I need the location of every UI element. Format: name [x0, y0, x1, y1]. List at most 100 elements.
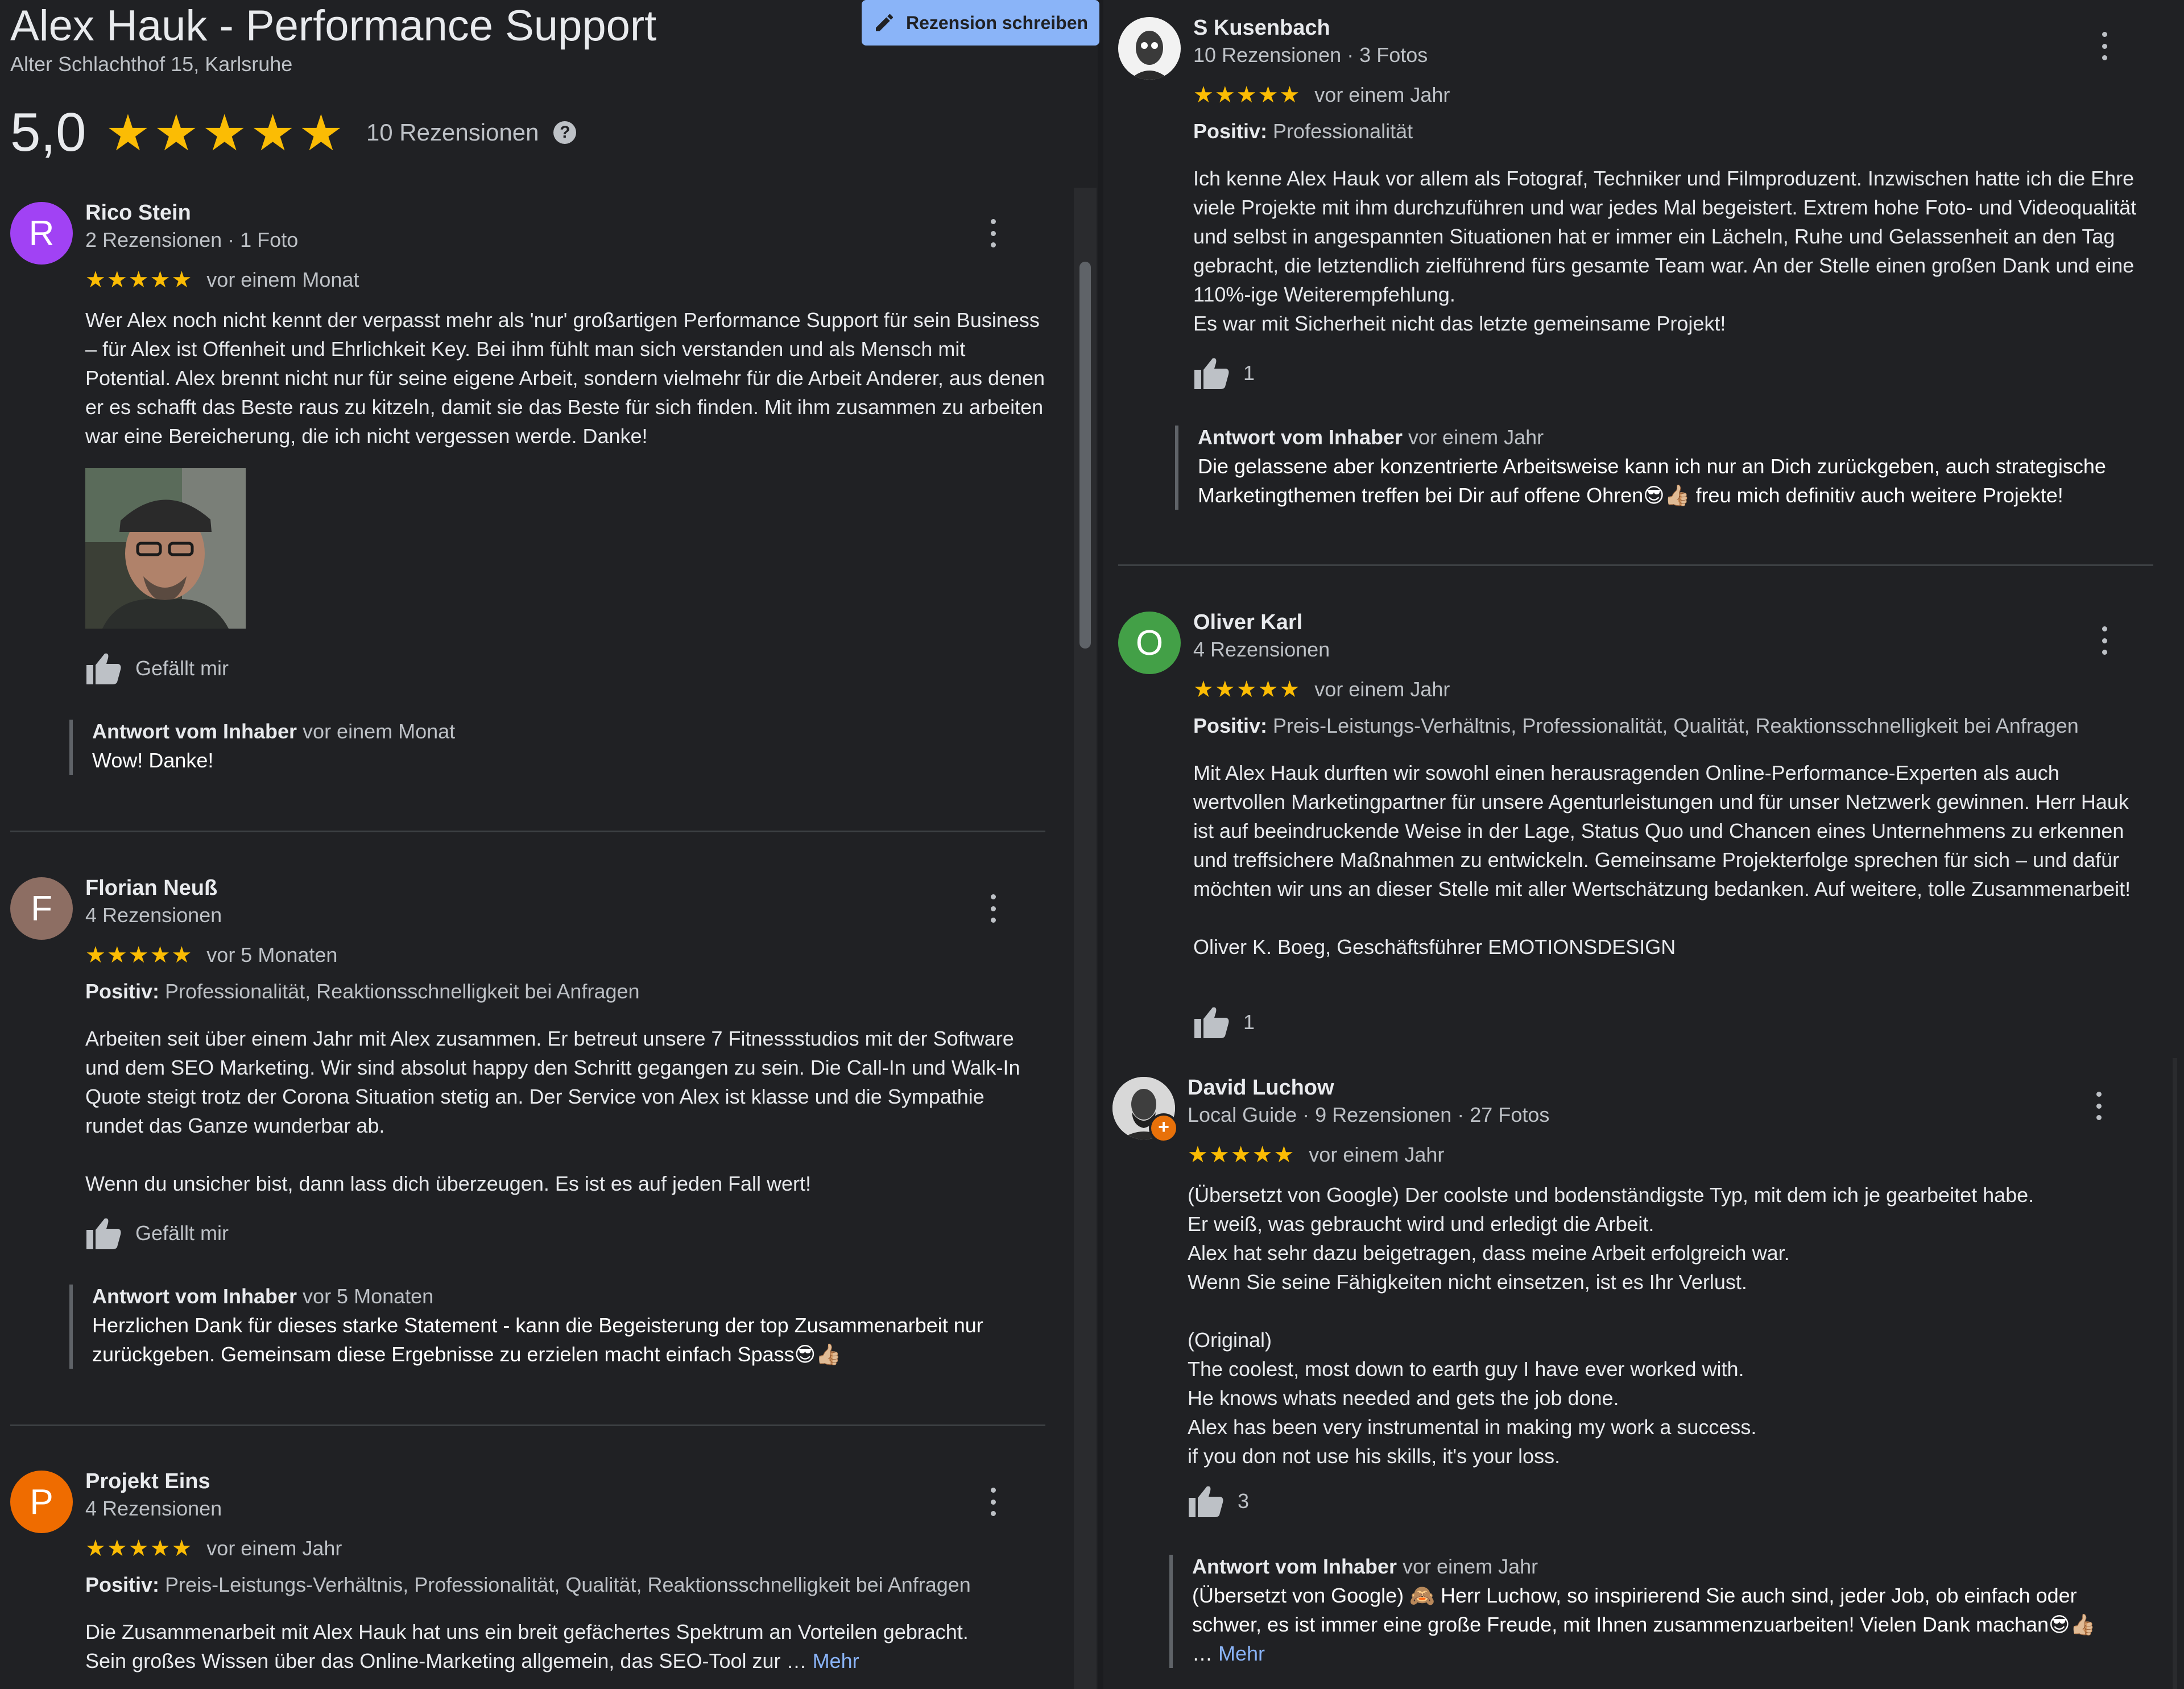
- positive-text: Professionalität, Reaktionsschnelligkeit…: [165, 980, 640, 1003]
- thumbs-up-icon: [1194, 1007, 1229, 1038]
- owner-response: Antwort vom Inhaber vor einem Jahr Die g…: [1175, 426, 2142, 510]
- review-paragraph: Wenn du unsicher bist, dann lass dich üb…: [85, 1172, 812, 1195]
- like-button[interactable]: Gefällt mir: [85, 651, 229, 685]
- more-link[interactable]: Mehr: [1218, 1642, 1265, 1665]
- like-count: 3: [1238, 1489, 1250, 1513]
- review-stars: ★★★★★: [1193, 677, 1301, 702]
- review-stars: ★★★★★: [85, 1536, 193, 1561]
- review-text: Mit Alex Hauk durften wir sowohl einen h…: [1193, 758, 2154, 961]
- reviewer-name[interactable]: S Kusenbach: [1193, 16, 1330, 40]
- owner-response: Antwort vom Inhaber vor einem Monat Wow!…: [69, 720, 1031, 775]
- like-button[interactable]: 1: [1193, 1005, 1255, 1039]
- review-stars: ★★★★★: [85, 267, 193, 292]
- like-button[interactable]: 1: [1193, 356, 1255, 390]
- avatar[interactable]: F: [10, 877, 73, 940]
- more-options-icon[interactable]: [2093, 1092, 2104, 1120]
- avatar-photo: [1118, 17, 1181, 80]
- review-paragraph: Oliver K. Boeg, Geschäftsführer EMOTIONS…: [1193, 935, 1676, 959]
- owner-response-date: vor einem Jahr: [1403, 1555, 1538, 1578]
- review-rating: ★★★★★ vor einem Jahr: [1193, 676, 1450, 703]
- review-text: Arbeiten seit über einem Jahr mit Alex z…: [85, 1024, 1046, 1198]
- review-rating: ★★★★★ vor einem Monat: [85, 267, 359, 293]
- left-column: Alex Hauk - Performance Support Alter Sc…: [0, 0, 1099, 1689]
- review-text: Ich kenne Alex Hauk vor allem als Fotogr…: [1193, 164, 2154, 338]
- like-button[interactable]: 3: [1188, 1484, 1249, 1518]
- review-rating: ★★★★★ vor einem Jahr: [1188, 1142, 1444, 1168]
- avatar[interactable]: P: [10, 1471, 73, 1533]
- review-text: Die Zusammenarbeit mit Alex Hauk hat uns…: [85, 1617, 1064, 1675]
- help-icon[interactable]: ?: [553, 121, 577, 144]
- review-separator: [10, 1424, 1045, 1426]
- review-card: O Oliver Karl 4 Rezensionen ★★★★★ vor ei…: [1118, 610, 2154, 1055]
- owner-response: Antwort vom Inhaber vor einem Jahr (Über…: [1169, 1555, 2142, 1668]
- owner-response-body: (Übersetzt von Google) 🙈 Herr Luchow, so…: [1192, 1584, 2096, 1636]
- reviewer-name[interactable]: Florian Neuß: [85, 876, 217, 901]
- reviewer-name[interactable]: Projekt Eins: [85, 1469, 210, 1494]
- review-date: vor einem Jahr: [206, 1537, 342, 1560]
- review-separator: [10, 831, 1045, 832]
- review-line: (Übersetzt von Google) Der coolste und b…: [1188, 1183, 2034, 1207]
- avatar[interactable]: [1118, 17, 1181, 80]
- review-date: vor einem Jahr: [1314, 83, 1450, 106]
- more-link[interactable]: Mehr: [813, 1649, 859, 1673]
- reviewer-meta: 10 Rezensionen · 3 Fotos: [1193, 43, 1428, 67]
- reviewer-name[interactable]: Oliver Karl: [1193, 610, 1302, 635]
- review-photo[interactable]: [85, 468, 246, 629]
- review-date: vor 5 Monaten: [206, 943, 338, 967]
- review-line: Alex hat sehr dazu beigetragen, dass mei…: [1188, 1241, 1790, 1265]
- positive-text: Preis-Leistungs-Verhältnis, Professional…: [1273, 714, 2079, 737]
- review-line: The coolest, most down to earth guy I ha…: [1188, 1357, 1744, 1381]
- like-label: Gefällt mir: [135, 1221, 229, 1245]
- review-paragraph: Sein großes Wissen über das Online-Marke…: [85, 1646, 1064, 1675]
- review-highlights: Positiv: Preis-Leistungs-Verhältnis, Pro…: [85, 1573, 971, 1597]
- more-options-icon[interactable]: [2099, 32, 2110, 60]
- avatar[interactable]: R: [10, 202, 73, 265]
- owner-response-text: (Übersetzt von Google) 🙈 Herr Luchow, so…: [1192, 1581, 2142, 1668]
- review-stars: ★★★★★: [1193, 82, 1301, 108]
- reviewer-name[interactable]: David Luchow: [1188, 1076, 1334, 1100]
- reviewer-meta: Local Guide · 9 Rezensionen · 27 Fotos: [1188, 1103, 1550, 1126]
- review-date: vor einem Jahr: [1314, 678, 1450, 701]
- owner-response-text: Herzlichen Dank für dieses starke Statem…: [92, 1314, 983, 1366]
- review-line: (Original): [1188, 1328, 1272, 1352]
- owner-response-date: vor einem Jahr: [1408, 426, 1544, 449]
- thumbs-up-icon: [1189, 1486, 1223, 1517]
- review-highlights: Positiv: Professionalität: [1193, 119, 1413, 143]
- rating-summary: 5,0 ★★★★★ 10 Rezensionen ?: [10, 101, 577, 164]
- avatar[interactable]: +: [1112, 1077, 1178, 1143]
- write-review-button[interactable]: Rezension schreiben: [862, 0, 1099, 46]
- review-line: [1188, 1296, 2149, 1325]
- more-options-icon[interactable]: [987, 894, 999, 923]
- thumbs-up-icon: [86, 1218, 121, 1249]
- owner-response-label: Antwort vom Inhaber: [92, 720, 297, 743]
- right-column: S Kusenbach 10 Rezensionen · 3 Fotos ★★★…: [1112, 0, 2184, 1689]
- owner-response-ellipsis: …: [1192, 1642, 1213, 1665]
- more-options-icon[interactable]: [987, 219, 999, 247]
- like-count: 1: [1243, 361, 1255, 385]
- more-options-icon[interactable]: [987, 1488, 999, 1516]
- review-stars: ★★★★★: [85, 943, 193, 968]
- positive-label: Positiv:: [1193, 119, 1268, 143]
- thumbs-up-icon: [86, 653, 121, 684]
- reviewer-name[interactable]: Rico Stein: [85, 201, 191, 225]
- pencil-icon: [875, 14, 893, 31]
- review-rating: ★★★★★ vor 5 Monaten: [85, 942, 337, 968]
- review-paragraph: Es war mit Sicherheit nicht das letzte g…: [1193, 312, 1726, 335]
- left-scrollbar-thumb[interactable]: [1079, 262, 1091, 649]
- like-button[interactable]: Gefällt mir: [85, 1216, 229, 1250]
- owner-response-label: Antwort vom Inhaber: [1192, 1555, 1397, 1578]
- review-highlights: Positiv: Professionalität, Reaktionsschn…: [85, 980, 640, 1004]
- review-text: Wer Alex noch nicht kennt der verpasst m…: [85, 308, 1045, 448]
- review-paragraph: Arbeiten seit über einem Jahr mit Alex z…: [85, 1027, 1020, 1137]
- more-options-icon[interactable]: [2099, 626, 2110, 655]
- reviewer-meta: 2 Rezensionen · 1 Foto: [85, 228, 299, 251]
- review-card: F Florian Neuß 4 Rezensionen ★★★★★ vor 5…: [10, 876, 1046, 1389]
- avatar[interactable]: O: [1118, 612, 1181, 674]
- review-card: P Projekt Eins 4 Rezensionen ★★★★★ vor e…: [10, 1469, 1045, 1689]
- positive-label: Positiv:: [85, 980, 160, 1003]
- business-address: Alter Schlachthof 15, Karlsruhe: [10, 52, 293, 76]
- owner-response-text: Die gelassene aber konzentrierte Arbeits…: [1198, 455, 2106, 507]
- positive-text: Preis-Leistungs-Verhältnis, Professional…: [165, 1573, 971, 1596]
- like-label: Gefällt mir: [135, 656, 229, 680]
- review-rating: ★★★★★ vor einem Jahr: [85, 1535, 342, 1562]
